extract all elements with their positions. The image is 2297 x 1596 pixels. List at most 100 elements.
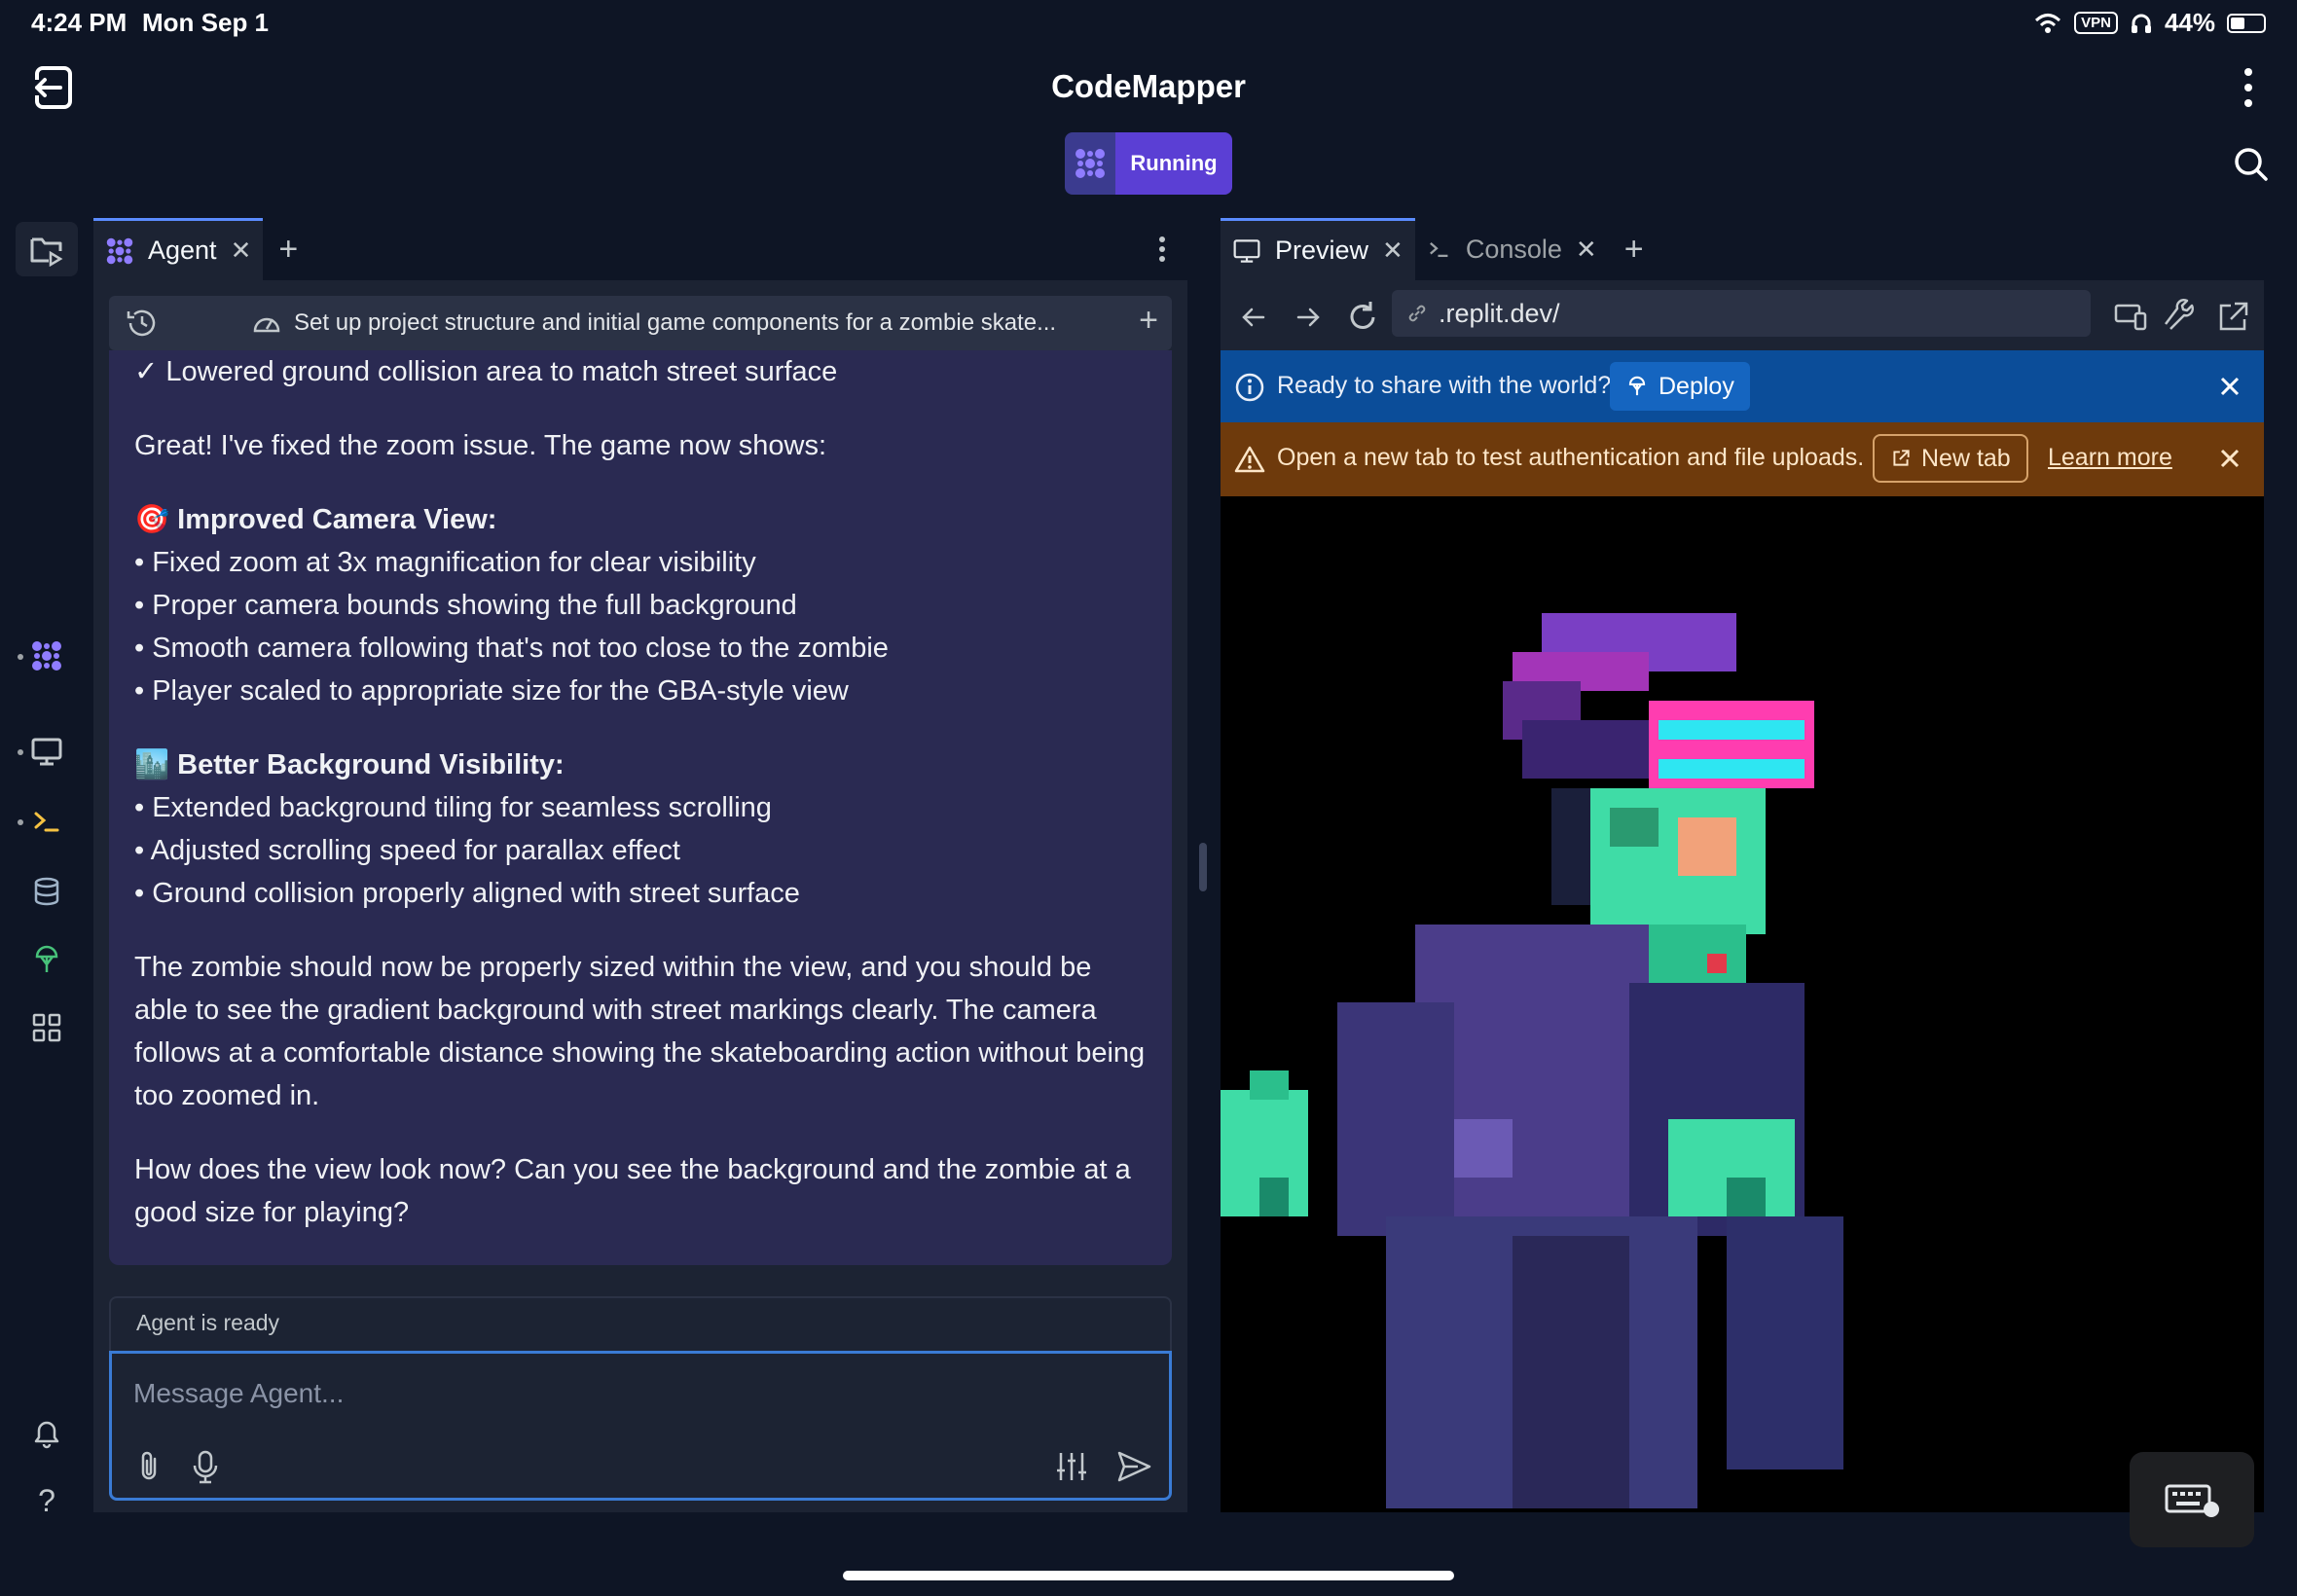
message-heading: Improved Camera View: [177,504,497,535]
agent-panel: Agent ✕ + Set up project structure and i… [93,218,1187,1512]
deploy-icon [1628,376,1646,396]
preview-panel: Preview ✕ Console ✕ + .replit.dev/ Ready… [1221,218,2264,1512]
new-tab-button[interactable]: New tab [1873,434,2028,483]
game-preview-canvas[interactable] [1221,496,2258,1512]
task-title[interactable]: Set up project structure and initial gam… [294,309,1056,337]
tab-console[interactable]: Console ✕ [1415,218,1609,280]
message-paragraph: How does the view look now? Can you see … [134,1154,1131,1228]
database-icon[interactable] [16,864,78,919]
message-bullet: • Fixed zoom at 3x magnification for cle… [134,547,756,578]
message-bullet: • Ground collision properly aligned with… [134,878,800,909]
new-tab-label: New tab [1921,444,2011,472]
learn-more-link[interactable]: Learn more [2048,444,2172,472]
message-line: Great! I've fixed the zoom issue. The ga… [134,430,827,461]
close-tab-icon[interactable]: ✕ [231,236,252,266]
message-composer [109,1351,1172,1501]
message-bullet: • Adjusted scrolling speed for parallax … [134,835,680,866]
gauge-icon [251,308,282,344]
info-icon [1234,372,1265,408]
settings-sliders-icon[interactable] [1052,1447,1091,1486]
warning-banner-text: Open a new tab to test authentication an… [1277,444,1865,471]
keyboard-icon[interactable] [2130,1452,2254,1547]
link-icon [1408,305,1426,322]
all-tools-icon[interactable] [16,1000,78,1055]
status-time: 4:24 PM [31,8,128,37]
message-bullet: • Extended background tiling for seamles… [134,792,772,823]
history-icon[interactable] [125,306,160,345]
reload-icon[interactable] [1343,298,1382,337]
status-bar: 4:24 PM Mon Sep 1 VPN 44% [0,0,2297,47]
add-tab-button[interactable]: + [1609,231,1659,269]
files-icon[interactable] [16,222,78,276]
notifications-icon[interactable] [16,1405,78,1460]
more-menu-icon[interactable] [2225,60,2272,115]
pixel-zombie-sprite [1221,613,1843,1508]
app-title: CodeMapper [1051,68,1246,104]
agent-tabbar: Agent ✕ + [93,218,1187,280]
message-bullet: • Smooth camera following that's not too… [134,633,889,664]
send-icon[interactable] [1114,1447,1153,1486]
agent-logo-icon [1065,132,1115,195]
search-icon[interactable] [2229,142,2274,187]
help-icon[interactable]: ? [16,1473,78,1528]
microphone-icon[interactable] [186,1447,225,1486]
home-indicator[interactable] [843,1571,1454,1580]
console-icon [1429,242,1448,258]
agent-tab-icon [106,237,133,264]
vpn-badge: VPN [2074,12,2118,34]
tab-preview-label: Preview [1275,236,1369,265]
message-input[interactable] [133,1371,1107,1416]
wrench-icon[interactable] [2163,298,2202,337]
preview-tabbar: Preview ✕ Console ✕ + [1221,218,2264,280]
add-tab-button[interactable]: + [263,231,313,269]
deployments-icon[interactable] [16,932,78,987]
run-button[interactable]: Running [1065,132,1232,195]
message-paragraph: The zombie should now be properly sized … [134,952,1146,1111]
deploy-banner: Ready to share with the world? Deploy [1221,350,2264,422]
message-bullet: • Player scaled to appropriate size for … [134,675,849,707]
back-arrow-icon[interactable] [1234,298,1273,337]
target-icon: 🎯 [134,504,178,535]
run-status-label: Running [1115,132,1232,195]
close-icon[interactable] [2215,444,2244,473]
message-line: ✓ Lowered ground collision area to match… [134,356,838,387]
shell-icon[interactable] [16,794,78,849]
battery-percent: 44% [2164,8,2215,37]
warning-icon [1234,444,1265,480]
url-text: .replit.dev/ [1439,298,1560,328]
task-bar: Set up project structure and initial gam… [109,296,1172,350]
close-icon[interactable] [2215,372,2244,401]
open-external-icon [1893,450,1910,466]
headphones-icon [2131,14,2151,33]
warning-banner: Open a new tab to test authentication an… [1221,422,2264,496]
deploy-banner-text: Ready to share with the world? [1277,372,1612,399]
message-heading: Better Background Visibility: [177,749,565,780]
pane-menu-icon[interactable] [1152,232,1172,267]
webview-icon[interactable] [16,724,78,779]
deploy-button[interactable]: Deploy [1610,362,1750,411]
status-date: Mon Sep 1 [142,8,270,37]
devices-icon[interactable] [2112,298,2151,337]
cityscape-icon: 🏙️ [134,749,178,780]
agent-icon[interactable] [16,629,78,683]
wifi-icon [2035,13,2061,33]
url-bar[interactable]: .replit.dev/ [1392,290,2091,337]
new-chat-button[interactable]: + [1139,302,1158,340]
preview-icon [1233,238,1260,263]
url-toolbar: .replit.dev/ [1221,280,2264,354]
tab-agent[interactable]: Agent ✕ [93,218,264,280]
attach-icon[interactable] [131,1447,170,1486]
tab-preview[interactable]: Preview ✕ [1221,218,1415,280]
message-bullet: • Proper camera bounds showing the full … [134,590,797,621]
open-external-icon[interactable] [2213,298,2252,337]
status-icons: VPN 44% [2033,8,2266,38]
panel-resize-handle[interactable] [1199,843,1207,891]
battery-icon [2227,13,2266,33]
forward-arrow-icon[interactable] [1289,298,1328,337]
close-tab-icon[interactable]: ✕ [1382,236,1404,266]
agent-status: Agent is ready [109,1296,1172,1351]
chat-message: ✓ Lowered ground collision area to match… [109,350,1172,1265]
deploy-button-label: Deploy [1659,372,1734,400]
tab-agent-label: Agent [148,236,217,265]
close-tab-icon[interactable]: ✕ [1576,235,1597,265]
